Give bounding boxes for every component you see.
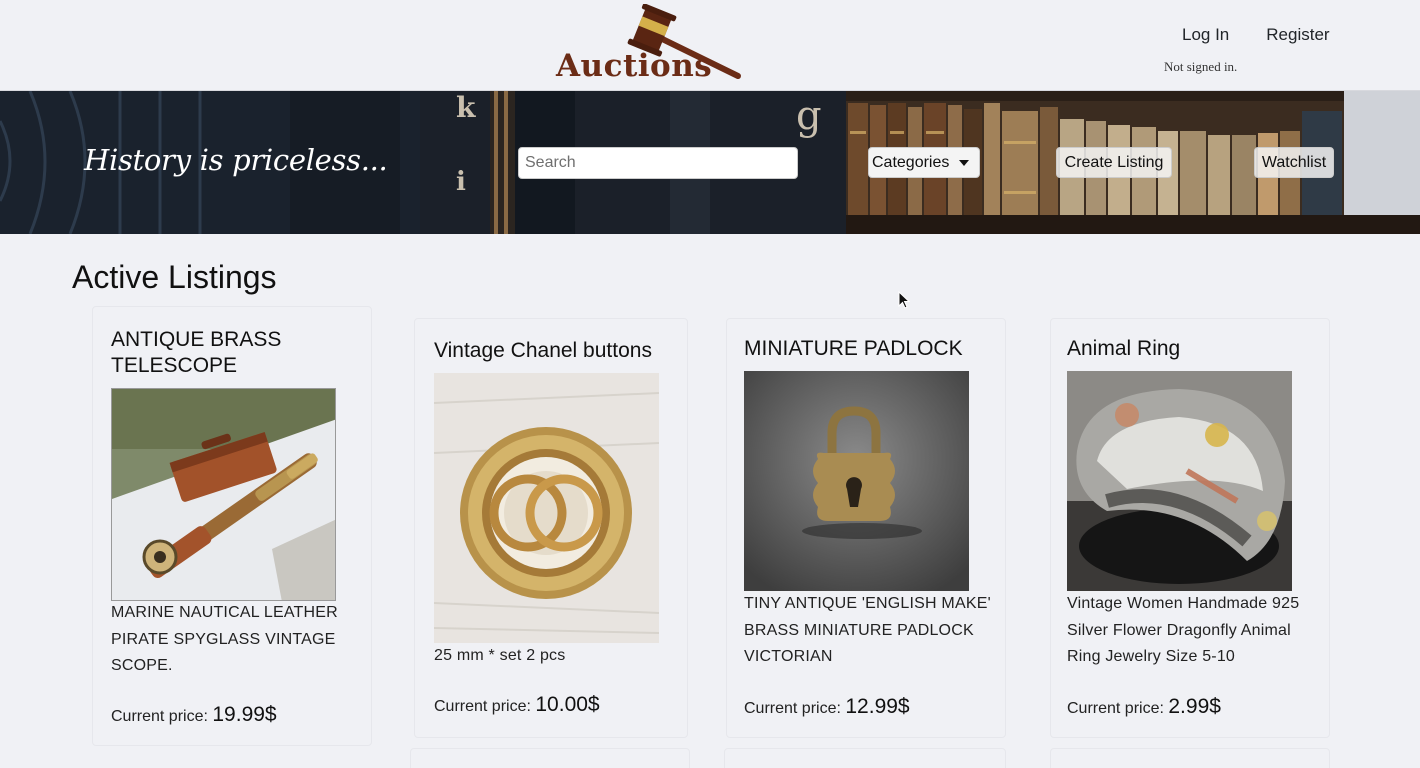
price-label: Current price: xyxy=(111,708,208,725)
signed-in-status: Not signed in. xyxy=(1164,59,1238,74)
listing-card[interactable] xyxy=(724,748,1006,768)
listing-description: 25 mm * set 2 pcs xyxy=(434,647,566,664)
listing-price: Current price: 12.99$ xyxy=(744,695,910,719)
decor-letter-k: k xyxy=(456,91,476,124)
top-navbar: Auctions Log In Register Not signed in. xyxy=(0,0,1420,91)
page-title: Active Listings xyxy=(72,259,277,295)
listing-card[interactable] xyxy=(410,748,690,768)
listing-price: Current price: 2.99$ xyxy=(1067,695,1221,719)
auth-links: Log In Register xyxy=(1182,25,1330,45)
listing-description: TINY ANTIQUE 'ENGLISH MAKE' BRASS MINIAT… xyxy=(744,595,991,665)
padlock-photo xyxy=(744,371,969,591)
listing-title[interactable]: Vintage Chanel buttons xyxy=(434,338,684,364)
listing-image[interactable] xyxy=(434,373,659,643)
listing-title[interactable]: MINIATURE PADLOCK xyxy=(744,336,994,362)
price-value: 19.99$ xyxy=(212,703,277,726)
watchlist-button[interactable]: Watchlist xyxy=(1254,147,1334,178)
listing-card[interactable]: Vintage Chanel buttons 25 mm * set 2 pcs… xyxy=(414,318,688,738)
ring-photo xyxy=(1067,371,1292,591)
listing-price: Current price: 19.99$ xyxy=(111,703,277,727)
listing-image[interactable] xyxy=(111,388,336,601)
price-value: 10.00$ xyxy=(535,693,600,716)
mouse-cursor-icon xyxy=(898,291,910,309)
search-input[interactable] xyxy=(518,147,798,179)
listing-price: Current price: 10.00$ xyxy=(434,693,600,717)
price-label: Current price: xyxy=(434,698,531,715)
logo-text: Auctions xyxy=(556,48,713,84)
decor-letter-i: i xyxy=(456,167,466,197)
categories-dropdown[interactable]: Categories xyxy=(868,147,980,178)
banner-tagline: History is priceless... xyxy=(84,143,388,177)
register-link[interactable]: Register xyxy=(1266,25,1329,45)
listing-image[interactable] xyxy=(744,371,969,591)
decor-letter-g: g xyxy=(796,93,822,139)
hero-banner: k i g History is priceless... Categories… xyxy=(0,91,1420,234)
listing-title[interactable]: ANTIQUE BRASS TELESCOPE xyxy=(111,327,341,379)
login-link[interactable]: Log In xyxy=(1182,25,1229,45)
listing-card[interactable]: Animal Ring Vintage Women Handmade 925 S… xyxy=(1050,318,1330,738)
listing-description: Vintage Women Handmade 925 Silver Flower… xyxy=(1067,595,1300,665)
listing-card[interactable] xyxy=(1050,748,1330,768)
caret-down-icon xyxy=(959,159,970,166)
create-listing-button[interactable]: Create Listing xyxy=(1056,147,1172,178)
chanel-button-photo xyxy=(434,373,659,643)
price-value: 12.99$ xyxy=(845,695,910,718)
listing-title[interactable]: Animal Ring xyxy=(1067,336,1317,362)
price-label: Current price: xyxy=(1067,700,1164,717)
listing-card[interactable]: MINIATURE PADLOCK TINY ANTIQUE 'ENGLISH … xyxy=(726,318,1006,738)
price-value: 2.99$ xyxy=(1168,695,1221,718)
telescope-photo xyxy=(112,389,335,600)
auctions-logo[interactable]: Auctions xyxy=(552,4,748,84)
price-label: Current price: xyxy=(744,700,841,717)
listing-image[interactable] xyxy=(1067,371,1292,591)
listing-card[interactable]: ANTIQUE BRASS TELESCOPE MARINE NAUTICAL … xyxy=(92,306,372,746)
categories-label: Categories xyxy=(872,153,950,171)
listing-description: MARINE NAUTICAL LEATHER PIRATE SPYGLASS … xyxy=(111,604,338,674)
